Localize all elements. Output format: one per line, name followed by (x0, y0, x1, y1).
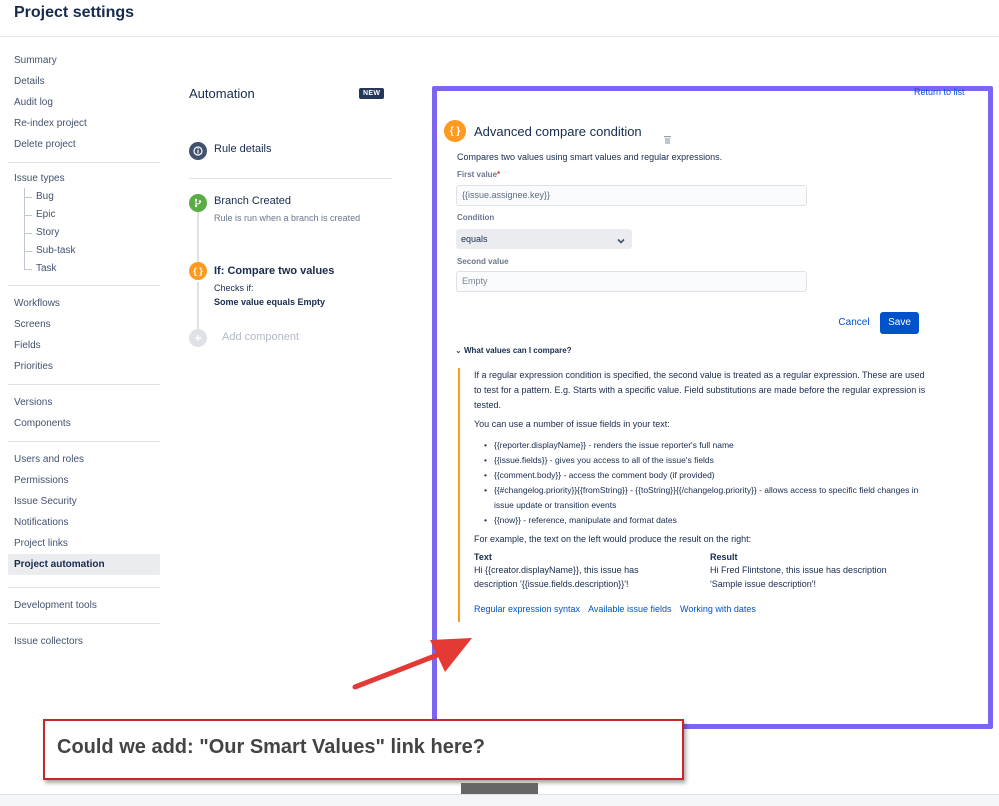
panel-description: Compares two values using smart values a… (457, 152, 723, 162)
first-value-input[interactable]: {{issue.assignee.key}} (456, 185, 807, 206)
help-paragraph: For example, the text on the left would … (474, 534, 752, 544)
sidebar-divider (8, 384, 160, 385)
working-with-dates-link[interactable]: Working with dates (680, 604, 756, 614)
bottom-bar (0, 794, 999, 806)
chevron-down-icon (616, 233, 626, 253)
sidebar-item-delete-project[interactable]: Delete project (8, 134, 160, 155)
sidebar-item-issue-collectors[interactable]: Issue collectors (8, 631, 160, 652)
condition-select-value: equals (461, 234, 488, 244)
sidebar-item-notifications[interactable]: Notifications (8, 512, 160, 533)
if-compare-step[interactable]: If: Compare two values (214, 265, 334, 277)
sidebar: Summary Details Audit log Re-index proje… (8, 50, 160, 652)
example-text-column: Text Hi {{creator.displayName}}, this is… (474, 552, 674, 591)
sidebar-divider (8, 623, 160, 624)
curly-braces-icon: { } (444, 120, 466, 142)
panel-title: Advanced compare condition (474, 124, 642, 139)
help-paragraph: If a regular expression condition is spe… (474, 370, 926, 410)
example-text-header: Text (474, 552, 492, 562)
sidebar-item-summary[interactable]: Summary (8, 50, 160, 71)
issue-types-list: Bug Epic Story Sub-task Task (22, 188, 160, 278)
sidebar-item-details[interactable]: Details (8, 71, 160, 92)
sidebar-item-components[interactable]: Components (8, 413, 160, 434)
required-marker: * (497, 170, 501, 179)
sidebar-divider (8, 587, 160, 588)
callout-text: Could we add: "Our Smart Values" link he… (57, 736, 485, 758)
sidebar-item-reindex[interactable]: Re-index project (8, 113, 160, 134)
example-result-column: Result Hi Fred Flintstone, this issue ha… (710, 552, 920, 591)
sidebar-item-development-tools[interactable]: Development tools (8, 595, 160, 616)
sidebar-item-project-automation[interactable]: Project automation (8, 554, 160, 575)
example-result-value: Hi Fred Flintstone, this issue has descr… (710, 565, 887, 589)
sidebar-item-priorities[interactable]: Priorities (8, 356, 160, 377)
sidebar-item-audit-log[interactable]: Audit log (8, 92, 160, 113)
rule-details-step[interactable]: Rule details (214, 143, 271, 155)
automation-divider (189, 178, 392, 179)
step-connector (197, 282, 199, 330)
sidebar-subitem-bug[interactable]: Bug (22, 188, 160, 206)
sidebar-item-project-links[interactable]: Project links (8, 533, 160, 554)
first-value-label: First value* (457, 170, 500, 179)
red-arrow-annotation (352, 638, 472, 690)
help-paragraph: You can use a number of issue fields in … (474, 419, 670, 429)
branch-icon (189, 194, 207, 212)
branch-created-description: Rule is run when a branch is created (214, 213, 361, 223)
callout-box: Could we add: "Our Smart Values" link he… (43, 719, 684, 780)
plus-icon[interactable] (189, 329, 207, 347)
sidebar-item-workflows[interactable]: Workflows (8, 293, 160, 314)
sidebar-item-versions[interactable]: Versions (8, 392, 160, 413)
list-item: {{#changelog.priority}}{{fromString}} - … (484, 483, 928, 513)
second-value-label: Second value (457, 257, 509, 266)
available-fields-link[interactable]: Available issue fields (588, 604, 671, 614)
step-connector (197, 212, 199, 264)
if-checks-label: Checks if: (214, 283, 254, 293)
sidebar-subitem-task[interactable]: Task (22, 260, 160, 278)
regex-syntax-link[interactable]: Regular expression syntax (474, 604, 580, 614)
sidebar-divider (8, 285, 160, 286)
expander-label: What values can I compare? (463, 346, 572, 355)
list-item: {{comment.body}} - access the comment bo… (484, 468, 928, 483)
chevron-down-icon: ⌄ (455, 346, 464, 355)
sidebar-item-issue-security[interactable]: Issue Security (8, 491, 160, 512)
sidebar-divider (8, 162, 160, 163)
cancel-button[interactable]: Cancel (832, 312, 876, 334)
sidebar-subitem-story[interactable]: Story (22, 224, 160, 242)
what-values-expander[interactable]: ⌄ What values can I compare? (455, 346, 572, 355)
list-item: {{reporter.displayName}} - renders the i… (484, 438, 928, 453)
list-item: {{now}} - reference, manipulate and form… (484, 513, 928, 528)
return-to-list-link[interactable]: Return to list (914, 87, 965, 97)
condition-select[interactable]: equals (456, 229, 632, 249)
sidebar-divider (8, 441, 160, 442)
branch-created-step[interactable]: Branch Created (214, 195, 291, 207)
sidebar-subitem-epic[interactable]: Epic (22, 206, 160, 224)
example-result-header: Result (710, 552, 738, 562)
new-badge: NEW (359, 88, 385, 99)
info-icon (189, 142, 207, 160)
add-component-button[interactable]: Add component (222, 331, 299, 343)
list-item: {{issue.fields}} - gives you access to a… (484, 453, 928, 468)
page-title: Project settings (14, 4, 135, 21)
second-value-input[interactable]: Empty (456, 271, 807, 292)
sidebar-item-fields[interactable]: Fields (8, 335, 160, 356)
help-links: Regular expression syntax Available issu… (474, 604, 762, 614)
sidebar-item-screens[interactable]: Screens (8, 314, 160, 335)
help-list: {{reporter.displayName}} - renders the i… (484, 438, 928, 528)
trash-icon[interactable] (663, 132, 672, 150)
header-divider (0, 36, 999, 37)
sidebar-item-issue-types[interactable]: Issue types (8, 170, 160, 188)
sidebar-subitem-subtask[interactable]: Sub-task (22, 242, 160, 260)
curly-braces-icon: { } (189, 262, 207, 280)
automation-title: Automation (189, 86, 255, 101)
sidebar-item-users-roles[interactable]: Users and roles (8, 449, 160, 470)
condition-label: Condition (457, 213, 495, 222)
if-condition-summary: Some value equals Empty (214, 297, 326, 307)
first-value-label-text: First value (457, 170, 498, 179)
save-button[interactable]: Save (880, 312, 919, 334)
example-text-value: Hi {{creator.displayName}}, this issue h… (474, 565, 639, 589)
sidebar-item-permissions[interactable]: Permissions (8, 470, 160, 491)
